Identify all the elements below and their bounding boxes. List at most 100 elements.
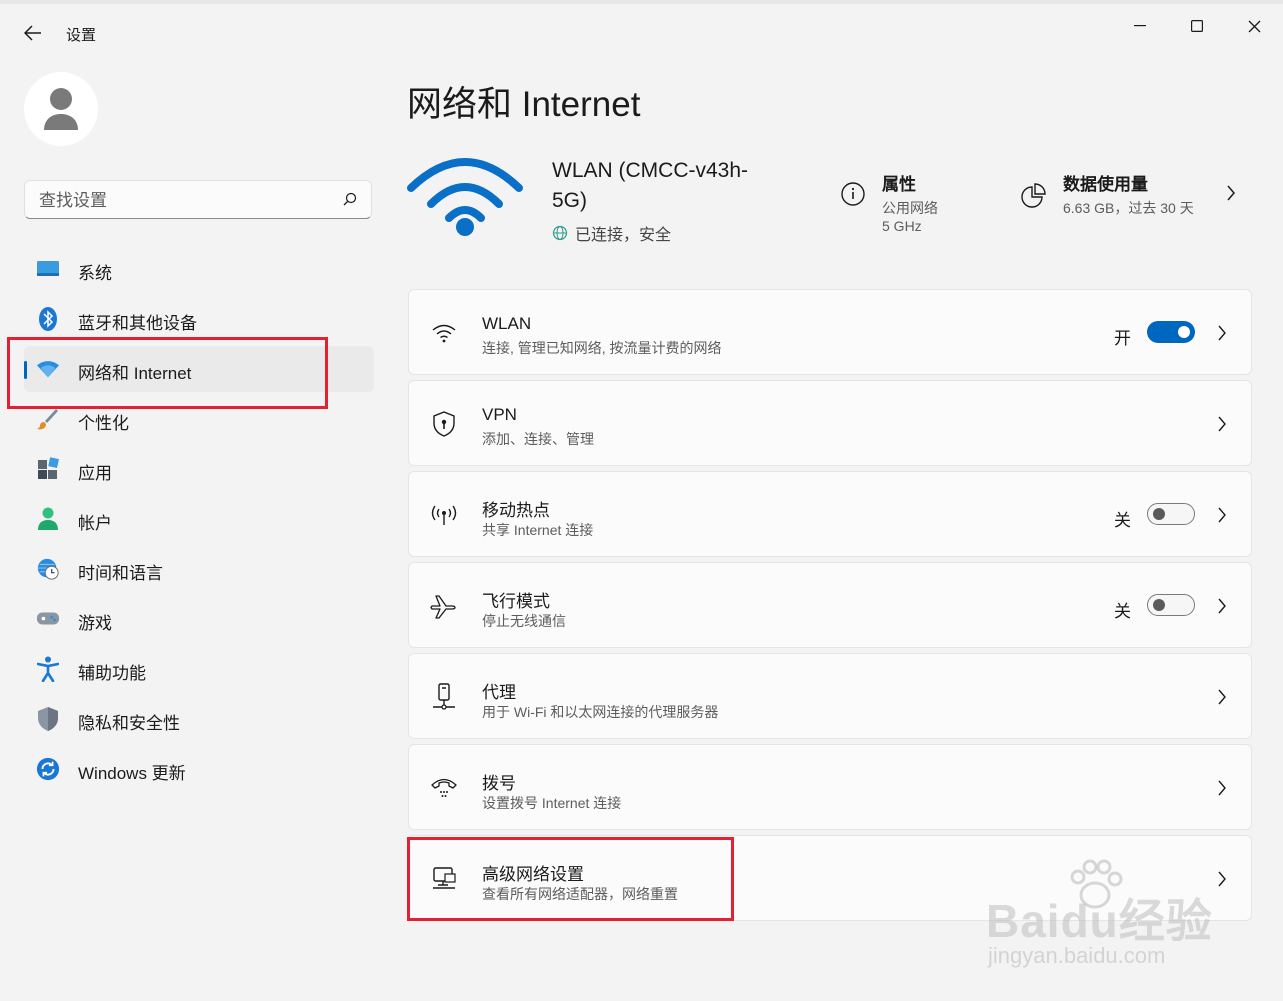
properties-network-type: 公用网络 [882, 200, 938, 216]
sidebar-item-label: 辅助功能 [78, 664, 146, 683]
vpn-shield-icon [429, 411, 459, 437]
card-subtitle: 连接, 管理已知网络, 按流量计费的网络 [482, 340, 722, 356]
sidebar-item-label: 应用 [78, 464, 112, 483]
chevron-right-icon [1218, 325, 1226, 341]
globe-clock-icon [36, 557, 60, 581]
network-status-text: 已连接，安全 [575, 227, 672, 244]
globe-icon [552, 225, 568, 241]
bluetooth-icon [36, 307, 60, 331]
sidebar-item-bluetooth[interactable]: 蓝牙和其他设备 [24, 296, 374, 342]
card-title: VPN [482, 405, 517, 424]
hotspot-icon [429, 502, 459, 528]
wlan-toggle[interactable] [1147, 321, 1195, 343]
card-dialup[interactable]: 拨号 设置拨号 Internet 连接 [408, 744, 1252, 830]
sidebar-item-label: 个性化 [78, 414, 129, 433]
chevron-right-icon [1218, 780, 1226, 796]
card-subtitle: 用于 Wi-Fi 和以太网连接的代理服务器 [482, 704, 719, 720]
chevron-right-icon[interactable] [1226, 184, 1236, 202]
network-name: WLAN (CMCC-v43h-5G) [552, 159, 749, 212]
account-icon [36, 507, 60, 531]
accessibility-icon [36, 656, 60, 682]
network-adapter-icon [429, 866, 459, 892]
card-title: 飞行模式 [482, 592, 550, 611]
wifi-large-icon [407, 158, 523, 236]
search-icon[interactable] [343, 192, 357, 206]
info-icon [841, 182, 865, 206]
sidebar-item-apps[interactable]: 应用 [24, 446, 374, 492]
gamepad-icon [36, 607, 60, 631]
sidebar-item-label: 隐私和安全性 [78, 714, 180, 733]
properties-band: 5 GHz [882, 218, 922, 234]
toggle-state-label: 开 [1114, 329, 1131, 348]
sidebar-nav: 系统 蓝牙和其他设备 网络和 Internet 个性化 应用 帐户 时间和语言 … [24, 246, 374, 796]
card-title: 代理 [482, 683, 516, 702]
card-subtitle: 添加、连接、管理 [482, 431, 594, 447]
user-avatar[interactable] [24, 72, 98, 146]
sidebar-item-system[interactable]: 系统 [24, 246, 374, 292]
sidebar-item-label: 帐户 [78, 514, 112, 533]
sidebar-item-label: 游戏 [78, 614, 112, 633]
card-mobile-hotspot[interactable]: 移动热点 共享 Internet 连接 关 [408, 471, 1252, 557]
maximize-button[interactable] [1174, 10, 1220, 42]
card-subtitle: 停止无线通信 [482, 613, 566, 629]
system-monitor-icon [36, 257, 60, 281]
back-arrow-icon [24, 25, 41, 41]
sidebar-item-personalization[interactable]: 个性化 [24, 396, 374, 442]
sidebar-item-privacy[interactable]: 隐私和安全性 [24, 696, 374, 742]
chevron-right-icon [1218, 598, 1226, 614]
title-bar: 设置 [0, 4, 1283, 56]
sidebar-item-accounts[interactable]: 帐户 [24, 496, 374, 542]
dialup-icon [429, 775, 459, 801]
sidebar-item-time-language[interactable]: 时间和语言 [24, 546, 374, 592]
sidebar-item-label: Windows 更新 [78, 764, 186, 783]
close-button[interactable] [1231, 10, 1277, 42]
back-button[interactable] [20, 20, 46, 46]
sidebar-item-label: 时间和语言 [78, 564, 163, 583]
airplane-icon [429, 593, 459, 619]
update-icon [36, 757, 60, 781]
card-subtitle: 共享 Internet 连接 [482, 522, 594, 538]
sidebar-item-label: 系统 [78, 264, 112, 283]
data-usage-subtitle: 6.63 GB，过去 30 天 [1063, 200, 1194, 216]
chevron-right-icon [1218, 689, 1226, 705]
maximize-icon [1191, 20, 1203, 32]
toggle-state-label: 关 [1114, 602, 1131, 621]
sidebar-item-network[interactable]: 网络和 Internet [24, 346, 374, 392]
wifi-icon [429, 320, 459, 346]
chevron-right-icon [1218, 416, 1226, 432]
hotspot-toggle[interactable] [1147, 503, 1195, 525]
settings-search[interactable] [24, 180, 372, 219]
minimize-icon [1134, 25, 1146, 27]
chevron-right-icon [1218, 871, 1226, 887]
settings-window: 设置 系统 [0, 0, 1283, 1001]
app-title: 设置 [66, 27, 97, 44]
paintbrush-icon [36, 407, 60, 431]
watermark-url: jingyan.baidu.com [988, 943, 1166, 968]
user-icon [44, 88, 78, 130]
sidebar-item-windows-update[interactable]: Windows 更新 [24, 746, 374, 792]
search-input[interactable] [37, 189, 331, 213]
sidebar-item-accessibility[interactable]: 辅助功能 [24, 646, 374, 692]
card-proxy[interactable]: 代理 用于 Wi-Fi 和以太网连接的代理服务器 [408, 653, 1252, 739]
card-vpn[interactable]: VPN 添加、连接、管理 [408, 380, 1252, 466]
card-wlan[interactable]: WLAN 连接, 管理已知网络, 按流量计费的网络 开 [408, 289, 1252, 375]
airplane-toggle[interactable] [1147, 594, 1195, 616]
page-title: 网络和 Internet [407, 85, 641, 124]
toggle-state-label: 关 [1114, 511, 1131, 530]
card-subtitle: 设置拨号 Internet 连接 [482, 795, 622, 811]
chevron-right-icon [1218, 507, 1226, 523]
card-title: WLAN [482, 314, 532, 333]
sidebar-item-gaming[interactable]: 游戏 [24, 596, 374, 642]
minimize-button[interactable] [1117, 10, 1163, 42]
wifi-diamond-icon [36, 357, 60, 381]
card-title: 拨号 [482, 774, 516, 793]
close-icon [1248, 20, 1260, 32]
card-airplane-mode[interactable]: 飞行模式 停止无线通信 关 [408, 562, 1252, 648]
pie-chart-icon [1021, 183, 1046, 208]
settings-card-list: WLAN 连接, 管理已知网络, 按流量计费的网络 开 VPN 添加、连接、管理… [408, 289, 1252, 926]
data-usage-title: 数据使用量 [1063, 175, 1148, 194]
sidebar-item-label: 网络和 Internet [78, 364, 192, 383]
network-status: 已连接，安全 [552, 221, 671, 245]
card-advanced-network[interactable]: 高级网络设置 查看所有网络适配器，网络重置 [408, 835, 1252, 921]
apps-icon [36, 457, 60, 481]
